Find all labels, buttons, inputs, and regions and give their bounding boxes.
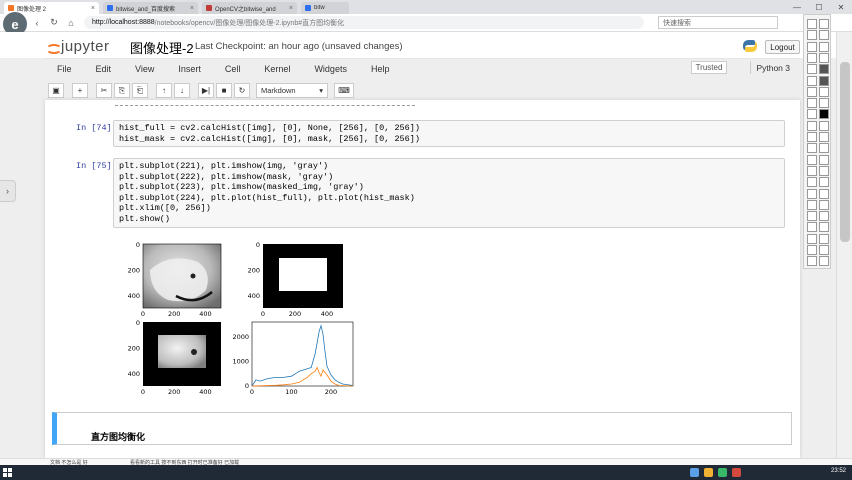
download-bar: 文档 不怎么是 好 看看新的工具 按不到东西 打开时已准备好 已加载	[0, 458, 852, 466]
subplot-histogram	[251, 321, 354, 387]
undo-icon[interactable]	[819, 52, 829, 63]
x-tick-label: 400	[321, 310, 333, 318]
masked-region	[158, 335, 206, 368]
x-tick-label: 200	[289, 310, 301, 318]
taskbar-app-icon[interactable]	[704, 468, 713, 477]
text-icon[interactable]	[807, 30, 817, 41]
rect-icon[interactable]	[807, 41, 817, 52]
redo-icon[interactable]	[807, 64, 817, 75]
y-tick-label: 0	[136, 319, 140, 327]
os-taskbar: 23:52	[0, 465, 852, 480]
rect-icon[interactable]	[807, 109, 817, 120]
pen-icon[interactable]	[807, 222, 817, 233]
y-tick-label: 400	[128, 370, 140, 378]
image-eye	[191, 349, 197, 355]
y-tick-label: 200	[128, 267, 140, 275]
x-tick-label: 0	[261, 310, 265, 318]
hist-axes	[251, 321, 354, 387]
screen: 图像处理 2 × bitwise_and_百度搜索 × OpenCV之bitwise…	[0, 0, 852, 480]
rect-icon[interactable]	[807, 177, 817, 188]
rect-icon[interactable]	[807, 245, 817, 255]
x-tick-label: 200	[168, 388, 180, 396]
pen-icon[interactable]	[807, 154, 817, 165]
color-icon[interactable]	[819, 132, 829, 142]
color-icon[interactable]	[819, 64, 829, 75]
line-icon[interactable]	[819, 165, 829, 176]
redo-icon[interactable]	[807, 132, 817, 142]
close-icon[interactable]	[819, 75, 829, 86]
save-icon[interactable]	[807, 75, 817, 86]
x-tick-label: 0	[141, 310, 145, 318]
eraser-icon[interactable]	[807, 256, 817, 267]
eraser-icon[interactable]	[807, 120, 817, 131]
y-tick-label: 200	[248, 267, 260, 275]
output-figure: 0 200 400 0 200 400 0 200 400 0 200 400 0 200 400 0 200 4…	[128, 241, 354, 396]
windows-start-icon[interactable]	[3, 468, 12, 477]
text-icon[interactable]	[807, 233, 817, 244]
x-tick-label: 0	[250, 388, 254, 396]
y-tick-label: 200	[128, 345, 140, 353]
taskbar-app-icon[interactable]	[690, 468, 699, 477]
taskbar-app-icon[interactable]	[732, 468, 741, 477]
y-tick-label: 400	[248, 292, 260, 300]
ellipse-icon[interactable]	[819, 245, 829, 255]
y-tick-label: 0	[136, 241, 140, 249]
color-icon[interactable]	[819, 199, 829, 210]
arrow-icon[interactable]	[819, 86, 829, 97]
subplot-masked-img	[143, 322, 221, 386]
close-icon[interactable]	[819, 211, 829, 222]
x-tick-label: 400	[199, 388, 211, 396]
y-tick-label: 400	[128, 292, 140, 300]
arrow-icon[interactable]	[819, 222, 829, 233]
page-scrollbar[interactable]	[836, 32, 852, 458]
taskbar-app-icon[interactable]	[718, 468, 727, 477]
x-tick-label: 100	[285, 388, 297, 396]
text-icon[interactable]	[807, 165, 817, 176]
undo-icon[interactable]	[819, 256, 829, 267]
line-icon[interactable]	[819, 233, 829, 244]
x-tick-label: 0	[141, 388, 145, 396]
y-tick-label: 1000	[232, 357, 249, 365]
eraser-icon[interactable]	[807, 188, 817, 199]
subplot-img	[142, 243, 222, 309]
line-icon[interactable]	[819, 30, 829, 41]
taskbar-clock: 23:52	[830, 468, 846, 474]
markdown-heading: 直方图均衡化	[91, 432, 146, 442]
scrollbar-thumb[interactable]	[840, 62, 850, 242]
mask-window	[279, 258, 327, 291]
ellipse-icon[interactable]	[819, 109, 829, 120]
undo-icon[interactable]	[819, 120, 829, 131]
pen-icon[interactable]	[807, 19, 817, 29]
markdown-cell[interactable]	[52, 412, 792, 445]
undo-icon[interactable]	[819, 188, 829, 199]
ellipse-icon[interactable]	[819, 41, 829, 52]
x-tick-label: 200	[325, 388, 337, 396]
subplot-mask	[263, 244, 343, 308]
text-icon[interactable]	[807, 98, 817, 109]
arrow-icon[interactable]	[819, 19, 829, 29]
ellipse-icon[interactable]	[819, 177, 829, 188]
y-tick-label: 0	[245, 382, 249, 390]
annotation-palette	[803, 14, 831, 269]
y-tick-label: 2000	[232, 333, 249, 341]
line-icon[interactable]	[819, 98, 829, 109]
image-eye	[190, 273, 196, 279]
pen-icon[interactable]	[807, 86, 817, 97]
x-tick-label: 400	[199, 310, 211, 318]
save-icon[interactable]	[807, 211, 817, 222]
arrow-icon[interactable]	[819, 154, 829, 165]
close-icon[interactable]	[819, 143, 829, 154]
save-icon[interactable]	[807, 143, 817, 154]
y-tick-label: 0	[256, 241, 260, 249]
x-tick-label: 200	[168, 310, 180, 318]
eraser-icon[interactable]	[807, 52, 817, 63]
redo-icon[interactable]	[807, 199, 817, 210]
